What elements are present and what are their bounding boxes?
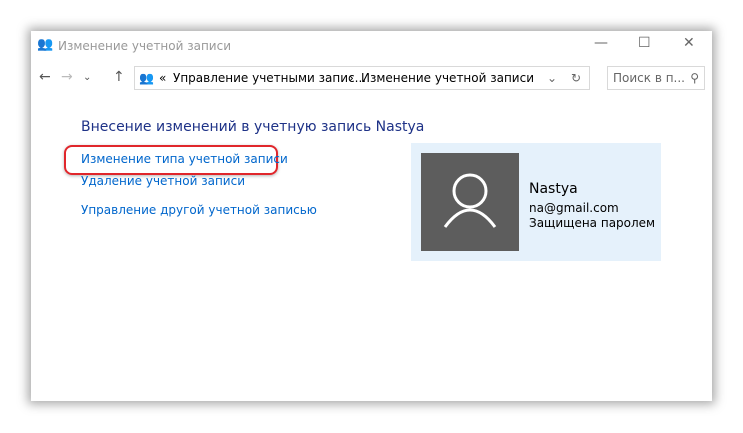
history-chevron[interactable]: «	[159, 67, 166, 89]
refresh-icon[interactable]: ↻	[571, 67, 581, 89]
maximize-button[interactable]: ☐	[638, 35, 651, 51]
window-title: Изменение учетной записи	[58, 39, 232, 53]
forward-arrow-icon[interactable]: →	[61, 69, 73, 85]
users-icon: 👥	[37, 37, 54, 52]
back-arrow-icon[interactable]: ←	[39, 69, 51, 85]
breadcrumb-separator[interactable]: ›	[349, 67, 354, 89]
user-email: na@gmail.com	[529, 201, 619, 215]
search-placeholder: Поиск в п...	[613, 71, 685, 85]
recent-chevron-icon[interactable]: ⌄	[83, 72, 91, 83]
minimize-button[interactable]: —	[594, 35, 608, 51]
delete-account-link[interactable]: Удаление учетной записи	[81, 174, 245, 188]
dropdown-chevron-icon[interactable]: ⌄	[547, 67, 557, 89]
breadcrumb-current[interactable]: Изменение учетной записи	[361, 67, 534, 89]
user-icon	[443, 173, 497, 228]
avatar	[421, 153, 519, 251]
close-button[interactable]: ✕	[683, 35, 695, 51]
user-status: Защищена паролем	[529, 216, 656, 230]
breadcrumb-accounts[interactable]: Управление учетными запис...	[173, 67, 366, 89]
user-card: Nastya na@gmail.com Защищена паролем	[411, 143, 661, 261]
up-arrow-icon[interactable]: ↑	[113, 69, 125, 85]
address-bar[interactable]: 👥 « Управление учетными запис... › Измен…	[134, 66, 590, 90]
change-account-type-link[interactable]: Изменение типа учетной записи	[81, 152, 288, 166]
window: 👥 Изменение учетной записи — ☐ ✕ ← → ⌄ ↑…	[31, 31, 712, 401]
search-icon: ⚲	[690, 71, 699, 85]
page-heading: Внесение изменений в учетную запись Nast…	[81, 119, 425, 135]
manage-other-account-link[interactable]: Управление другой учетной записью	[81, 203, 317, 217]
user-name: Nastya	[529, 181, 578, 197]
location-icon: 👥	[139, 71, 154, 85]
search-input[interactable]: Поиск в п... ⚲	[607, 66, 705, 90]
